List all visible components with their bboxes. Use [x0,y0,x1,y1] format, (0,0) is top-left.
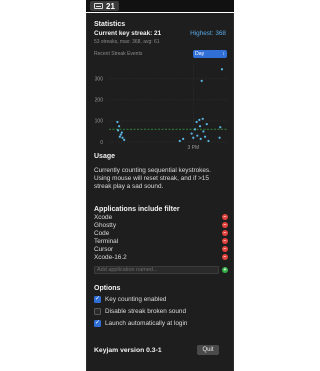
streak-point [195,120,198,124]
checkbox-checked[interactable]: ✓ [94,296,101,303]
remove-icon[interactable]: − [222,230,228,236]
streak-chart: 300 200 100 0 3 PM [95,64,227,150]
usage-line-1: Currently counting sequential keystrokes… [94,167,211,174]
option-label: Launch automatically at login [105,320,188,327]
status-count: 21 [106,1,115,11]
remove-icon[interactable]: − [222,246,228,252]
streak-point [118,125,121,128]
streak-point [193,128,197,131]
streak-point [201,117,204,120]
quit-button[interactable]: Quit [197,345,219,355]
apps-heading: Applications include filter [94,206,180,213]
options-heading: Options [94,285,121,292]
range-select[interactable]: Day ↕ [193,50,227,58]
app-row: Ghostty − [94,221,228,229]
app-name: Cursor [94,245,114,253]
remove-icon[interactable]: − [222,214,228,220]
streak-point [219,126,222,129]
streak-point [203,135,207,138]
option-key-counting[interactable]: ✓ Key counting enabled [94,296,166,303]
highest-value: Highest: 368 [190,30,226,37]
statistics-heading: Statistics [94,21,126,28]
app-name: Ghostty [94,221,117,229]
streak-point [207,139,210,143]
checkbox-checked[interactable]: ✓ [94,320,101,327]
streak-point [120,131,123,134]
app-name: Code [94,229,110,237]
streak-point [199,137,202,140]
y-tick-label: 100 [95,119,104,125]
option-label: Disable streak broken sound [105,308,186,315]
app-row: Xcode − [94,213,228,221]
streak-point [200,79,203,82]
streak-point [198,118,201,121]
streak-point [190,132,193,135]
app-name: Terminal [94,237,119,245]
streak-point [116,120,119,124]
y-tick-label: 0 [100,140,103,146]
app-name: Xcode [94,213,113,221]
x-tick-label: 3 PM [187,145,199,150]
streak-summary: 53 streaks, max: 368, avg: 61 [94,39,160,45]
chart-label: Recent Streak Events [94,51,143,57]
option-label: Key counting enabled [105,296,167,303]
y-tick-label: 200 [95,98,104,104]
menubar: 21 [86,0,234,12]
streak-point [220,68,224,71]
streak-point [121,136,124,139]
streak-point [119,133,122,136]
app-row: Terminal − [94,237,228,245]
option-launch-login[interactable]: ✓ Launch automatically at login [94,320,187,327]
range-select-value: Day [195,51,205,57]
checkbox-unchecked[interactable] [94,308,101,315]
keyboard-icon [94,3,103,9]
remove-icon[interactable]: − [222,254,228,260]
y-tick-label: 300 [95,77,104,83]
usage-heading: Usage [94,153,116,160]
usage-line-2: Using mouse will reset streak, and if >1… [94,175,209,182]
streak-point [178,139,181,143]
streak-point [196,134,199,137]
streak-point [218,136,221,139]
usage-line-3: streak play a sad sound. [94,183,164,190]
app-row: Code − [94,229,228,237]
chevron-updown-icon: ↕ [222,50,226,57]
streak-point [117,129,120,132]
version-label: Keyjam version 0.3-1 [94,347,162,354]
remove-icon[interactable]: − [222,222,228,228]
current-streak: Current key streak: 21 [94,30,162,37]
app-row: Cursor − [94,245,228,253]
app-row: Xcode-16.2 − [94,253,228,261]
add-app-input[interactable]: Add application named... [94,265,219,274]
app-name: Xcode-16.2 [94,253,127,261]
popover-panel: Statistics Current key streak: 21 Highes… [86,13,234,371]
streak-point [205,122,208,126]
streak-point [182,137,185,140]
remove-icon[interactable]: − [222,238,228,244]
streak-point [202,130,205,133]
status-item[interactable]: 21 [90,1,119,11]
streak-point [198,125,202,128]
streak-point [192,136,195,139]
streak-point [123,138,126,141]
add-app-row: Add application named... + [94,265,228,274]
add-icon[interactable]: + [222,266,228,273]
option-disable-sound[interactable]: Disable streak broken sound [94,308,186,315]
streak-point [118,135,121,138]
